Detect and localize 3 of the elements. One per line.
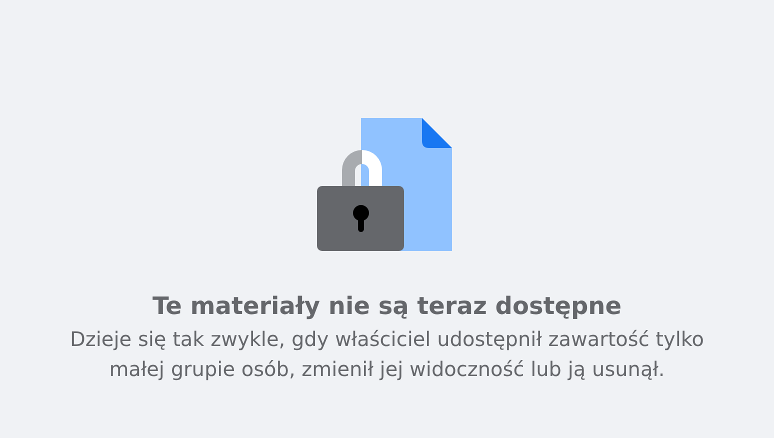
unavailable-message: Dzieje się tak zwykle, gdy właściciel udostępnił zawartość tylko małej grupie osób, zmienił jej widoczność lub ją usunął. [68, 326, 706, 383]
unavailable-heading: Te materiały nie są teraz dostępne [152, 291, 622, 322]
locked-document-icon [316, 118, 452, 252]
